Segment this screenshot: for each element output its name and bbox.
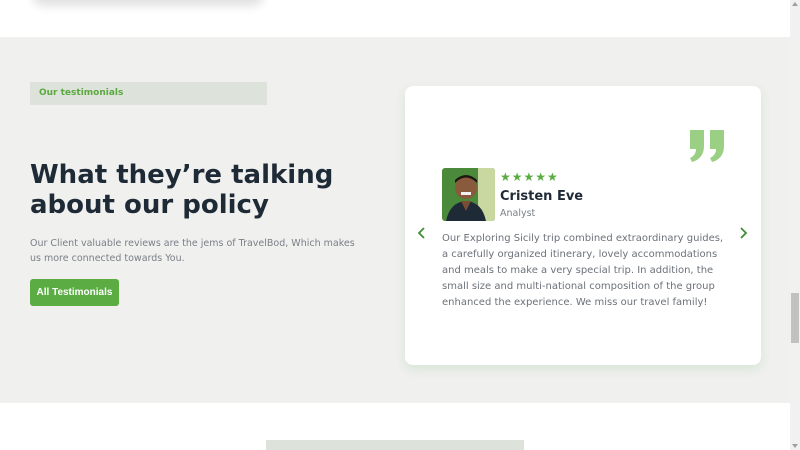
review-text: Our Exploring Sicily trip combined extra… — [442, 233, 724, 308]
next-testimonial-button[interactable] — [736, 226, 750, 240]
section-description: Our Client valuable reviews are the jems… — [30, 238, 355, 264]
previous-section — [0, 0, 790, 37]
reviewer-role: Analyst — [500, 208, 536, 219]
chevron-left-icon — [417, 227, 425, 239]
rating-stars: ★★★★★ — [500, 170, 559, 184]
scroll-down-icon[interactable] — [790, 442, 800, 450]
quote-icon — [690, 130, 724, 162]
reviewer-name: Cristen Eve — [500, 189, 584, 204]
next-section-badge — [266, 440, 524, 450]
scroll-up-icon[interactable] — [790, 0, 800, 8]
next-section — [0, 403, 790, 450]
all-testimonials-button[interactable]: All Testimonials — [30, 279, 119, 306]
testimonials-badge: Our testimonials — [30, 82, 267, 105]
testimonial-card: ★★★★★ Cristen Eve Analyst Our Exploring … — [405, 86, 761, 365]
prev-testimonial-button[interactable] — [415, 226, 429, 240]
chevron-right-icon — [740, 227, 748, 239]
avatar-image — [442, 168, 495, 221]
section-heading: What they’re talking about our policy — [30, 160, 334, 220]
scrollbar-thumb[interactable] — [791, 293, 799, 343]
page-scrollbar[interactable] — [790, 0, 800, 450]
avatar — [442, 168, 495, 221]
